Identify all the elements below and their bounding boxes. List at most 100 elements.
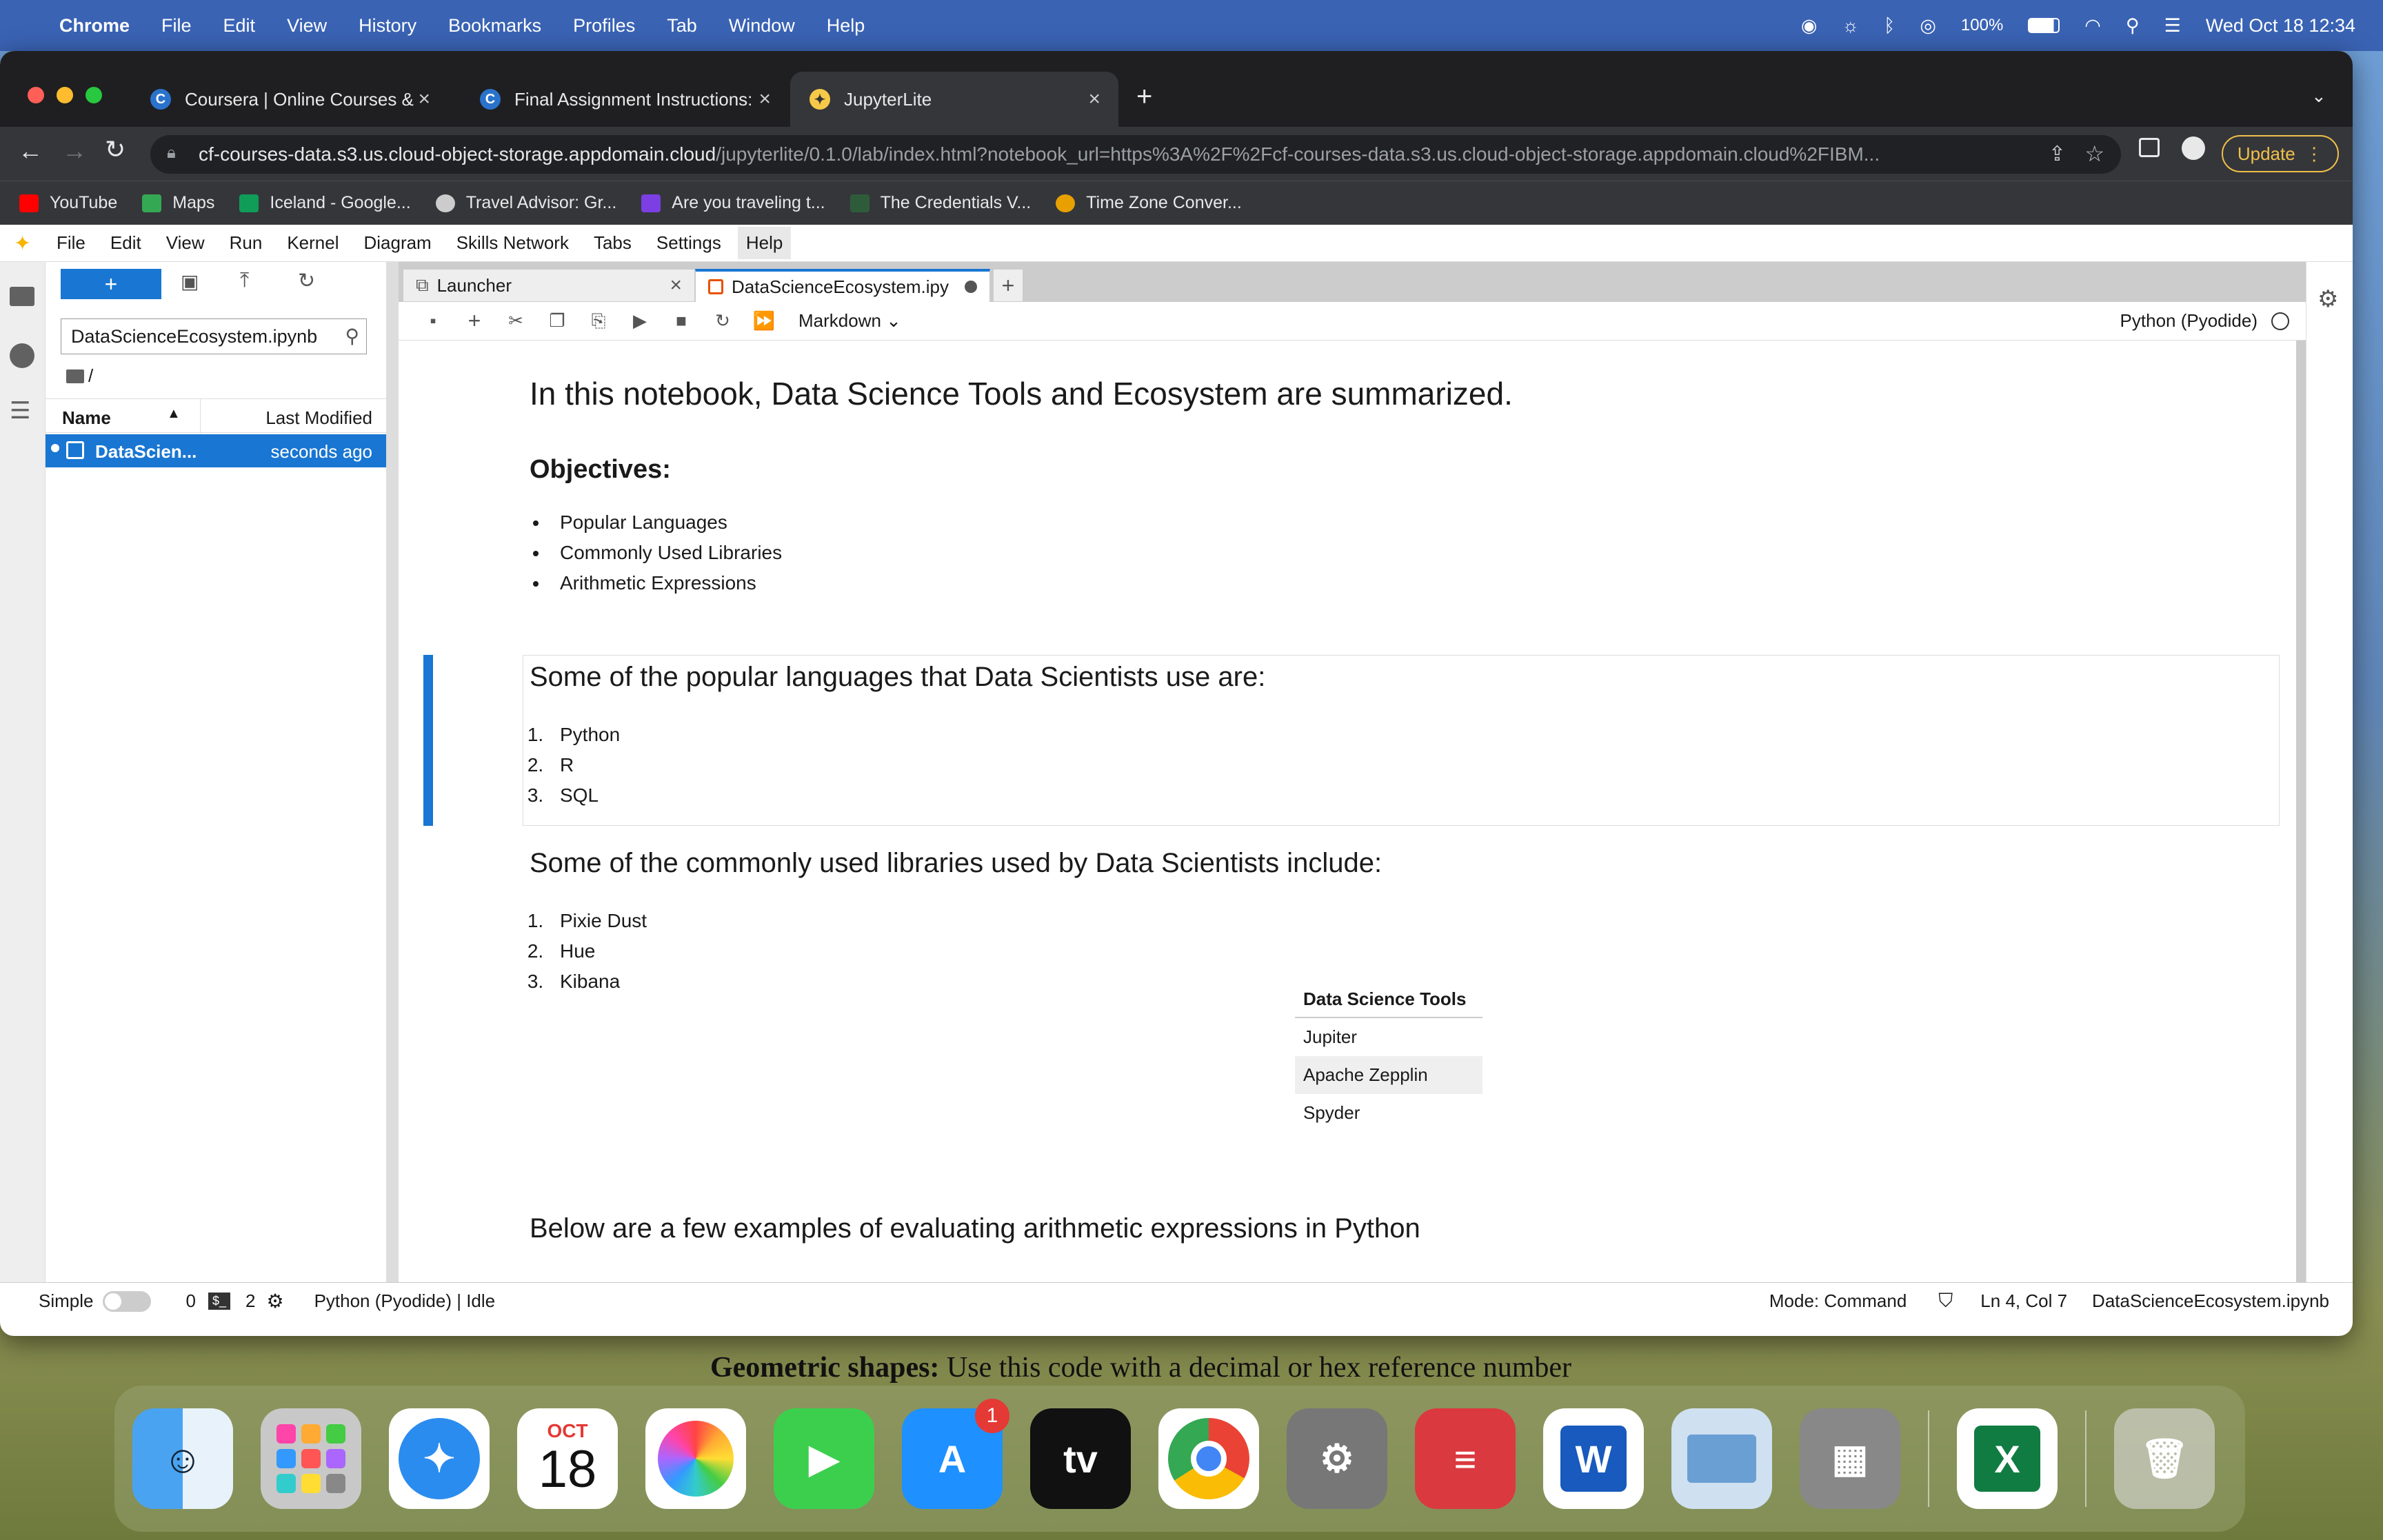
jmenu-run[interactable]: Run <box>230 227 263 259</box>
close-tab-icon[interactable]: × <box>418 88 430 111</box>
user-icon[interactable]: ◎ <box>1920 15 1936 37</box>
bluetooth-icon[interactable]: ᛒ <box>1884 15 1895 37</box>
screen-record-icon[interactable]: ◉ <box>1801 15 1818 37</box>
bookmark-youtube[interactable]: YouTube <box>19 193 117 213</box>
zoom-window-button[interactable] <box>86 87 102 103</box>
jmenu-edit[interactable]: Edit <box>110 227 141 259</box>
upload-icon[interactable]: ⤒ <box>240 269 249 292</box>
menu-window[interactable]: Window <box>729 15 795 37</box>
close-tab-icon[interactable]: × <box>1088 88 1100 111</box>
menu-edit[interactable]: Edit <box>223 15 256 37</box>
new-tab-button[interactable]: + <box>1136 81 1152 112</box>
jmenu-tabs[interactable]: Tabs <box>594 227 632 259</box>
calendar-icon[interactable]: OCT 18 <box>517 1408 618 1509</box>
paste-icon[interactable]: ⎘ <box>578 310 619 332</box>
terminal-icon[interactable]: $_ <box>208 1293 230 1310</box>
kernel-gear-icon[interactable]: ⚙ <box>266 1290 283 1313</box>
column-last-modified[interactable]: Last Modified <box>265 407 372 429</box>
safari-icon[interactable]: ✦ <box>389 1408 490 1509</box>
jmenu-diagram[interactable]: Diagram <box>363 227 431 259</box>
apple-tv-icon[interactable]: tv <box>1030 1408 1131 1509</box>
bookmark-time-zone[interactable]: Time Zone Conver... <box>1056 193 1242 213</box>
run-all-icon[interactable]: ⏩ <box>743 310 785 332</box>
excel-icon[interactable]: X <box>1957 1408 2058 1509</box>
file-row[interactable]: DataScien... seconds ago <box>46 434 386 467</box>
file-filter-input[interactable]: DataScienceEcosystem.ipynb ⚲ <box>61 318 367 354</box>
bookmark-travel-advisor[interactable]: Travel Advisor: Gr... <box>435 193 616 213</box>
profile-avatar[interactable] <box>2182 136 2205 160</box>
menu-bookmarks[interactable]: Bookmarks <box>448 15 541 37</box>
add-tab-button[interactable]: + <box>993 269 1023 302</box>
running-kernels-icon[interactable] <box>10 343 34 368</box>
close-window-button[interactable] <box>28 87 44 103</box>
kernel-status[interactable]: Python (Pyodide) | Idle <box>314 1290 496 1312</box>
back-icon[interactable]: ← <box>18 136 43 165</box>
bookmark-star-icon[interactable]: ☆ <box>2084 141 2104 167</box>
cursor-position[interactable]: Ln 4, Col 7 <box>1980 1290 2067 1312</box>
update-button[interactable]: Update ⋮ <box>2222 135 2339 172</box>
tab-notebook[interactable]: DataScienceEcosystem.ipy <box>695 269 990 302</box>
jmenu-file[interactable]: File <box>57 227 86 259</box>
sort-caret-icon[interactable]: ▲ <box>167 406 181 422</box>
wifi-icon[interactable]: ◠ <box>2084 15 2101 37</box>
menu-view[interactable]: View <box>287 15 327 37</box>
browser-tab-jupyterlite[interactable]: ✦ JupyterLite × <box>790 72 1118 127</box>
restart-kernel-icon[interactable]: ↻ <box>702 310 743 332</box>
column-name[interactable]: Name <box>62 407 111 429</box>
minimize-window-button[interactable] <box>57 87 73 103</box>
trash-icon[interactable]: 🗑︎ <box>2114 1408 2215 1509</box>
spotlight-search-icon[interactable]: ⚲ <box>2126 15 2140 37</box>
close-tab-icon[interactable]: × <box>670 274 682 297</box>
bookmark-credentials[interactable]: The Credentials V... <box>849 193 1031 213</box>
system-settings-icon[interactable]: ⚙ <box>1287 1408 1387 1509</box>
new-folder-icon[interactable]: ▣ <box>181 270 199 293</box>
tab-launcher[interactable]: ⧉ Launcher × <box>403 269 695 302</box>
bookmark-maps[interactable]: Maps <box>142 193 214 213</box>
folder-icon[interactable] <box>10 287 34 306</box>
side-panel-icon[interactable] <box>2139 138 2160 157</box>
control-center-icon[interactable]: ☰ <box>2164 15 2181 37</box>
app-store-icon[interactable]: A1 <box>902 1399 1009 1509</box>
jmenu-view[interactable]: View <box>166 227 205 259</box>
tab-search-icon[interactable]: ⌄ <box>2311 85 2326 107</box>
word-icon[interactable]: W <box>1543 1408 1644 1509</box>
jmenu-settings[interactable]: Settings <box>656 227 721 259</box>
kernel-name[interactable]: Python (Pyodide) <box>2120 310 2258 332</box>
jmenu-skills-network[interactable]: Skills Network <box>456 227 569 259</box>
chrome-icon[interactable] <box>1158 1408 1259 1509</box>
reload-icon[interactable]: ↻ <box>105 135 125 164</box>
copy-icon[interactable]: ❐ <box>536 310 578 332</box>
finder-icon[interactable]: ☺ <box>132 1408 233 1509</box>
brightness-icon[interactable]: ☼ <box>1842 15 1859 37</box>
browser-tab-assignment[interactable]: C Final Assignment Instructions: × <box>461 72 789 127</box>
cut-icon[interactable]: ✂ <box>495 310 536 332</box>
menu-profiles[interactable]: Profiles <box>573 15 635 37</box>
preview-icon[interactable] <box>1671 1408 1772 1509</box>
close-tab-icon[interactable]: × <box>758 88 771 111</box>
run-icon[interactable]: ▶ <box>619 310 661 332</box>
cell-type-select[interactable]: Markdown ⌄ <box>798 310 901 332</box>
share-icon[interactable]: ⇪ <box>2049 142 2066 166</box>
lock-icon[interactable]: 🔒︎ <box>167 143 176 163</box>
forward-icon[interactable]: → <box>62 136 87 165</box>
expressvpn-icon[interactable]: ≡ <box>1415 1408 1516 1509</box>
photos-icon[interactable] <box>645 1408 746 1509</box>
stop-icon[interactable]: ■ <box>661 310 702 332</box>
menu-help[interactable]: Help <box>827 15 865 37</box>
notebook-content[interactable]: In this notebook, Data Science Tools and… <box>399 341 2296 1282</box>
insert-cell-icon[interactable]: + <box>454 308 495 334</box>
trusted-shield-icon[interactable]: ⛉ <box>1938 1290 1953 1313</box>
menu-chrome[interactable]: Chrome <box>59 15 130 37</box>
menu-tab[interactable]: Tab <box>667 15 697 37</box>
calculator-icon[interactable]: ▦ <box>1800 1408 1900 1509</box>
facetime-icon[interactable]: ▶ <box>774 1408 874 1509</box>
jmenu-kernel[interactable]: Kernel <box>287 227 339 259</box>
battery-icon[interactable] <box>2028 18 2060 33</box>
browser-tab-coursera[interactable]: C Coursera | Online Courses & C × <box>131 72 448 127</box>
unsaved-dot-icon[interactable] <box>965 281 977 293</box>
simple-mode-toggle[interactable] <box>103 1290 152 1312</box>
bookmark-iceland[interactable]: Iceland - Google... <box>239 193 411 213</box>
clock[interactable]: Wed Oct 18 12:34 <box>2206 15 2355 37</box>
menu-history[interactable]: History <box>359 15 416 37</box>
refresh-icon[interactable]: ↻ <box>298 269 315 293</box>
